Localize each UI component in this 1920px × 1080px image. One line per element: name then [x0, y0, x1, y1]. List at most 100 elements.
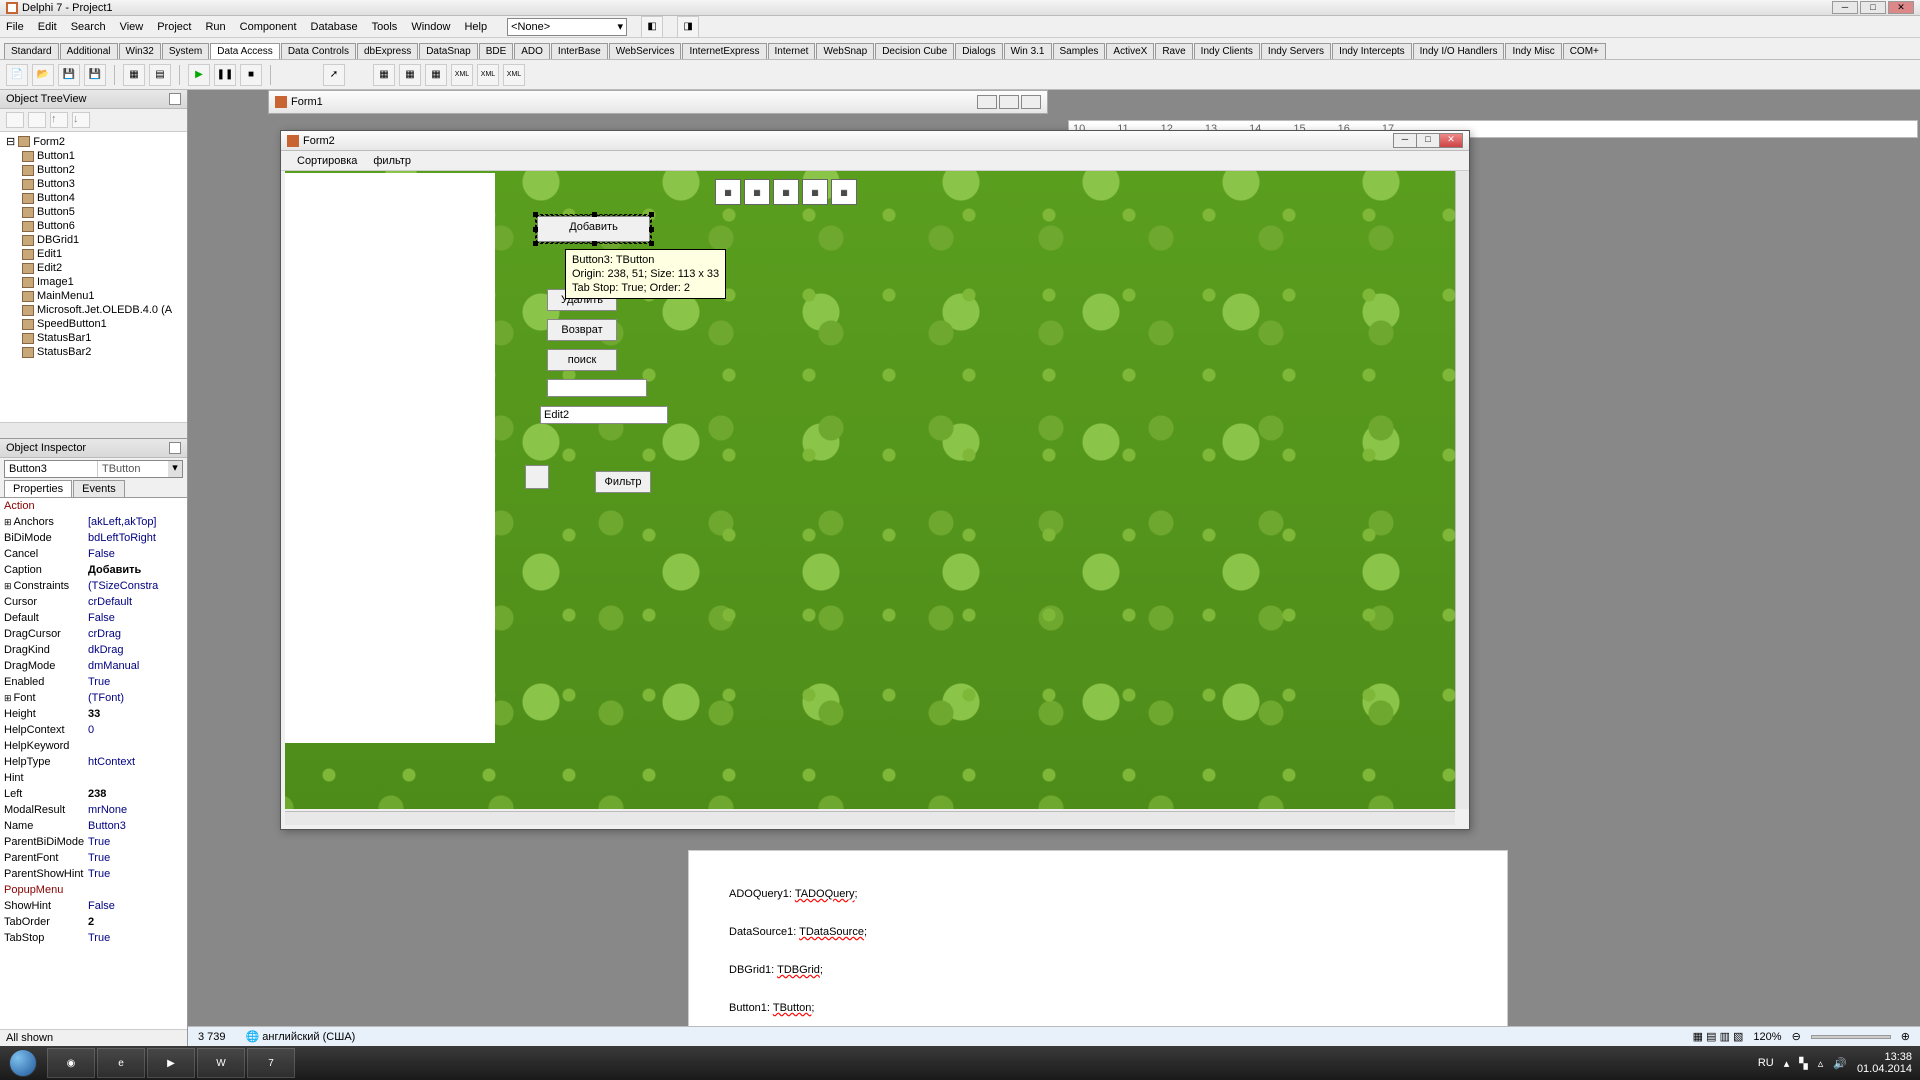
menu-search[interactable]: Search — [71, 21, 106, 33]
tray-network-icon[interactable]: ▵ — [1818, 1057, 1824, 1070]
form2-min-button[interactable]: ─ — [1393, 133, 1417, 148]
start-button[interactable] — [0, 1046, 46, 1080]
component-icon[interactable]: ▦ — [425, 64, 447, 86]
pause-button[interactable]: ❚❚ — [214, 64, 236, 86]
task-ie[interactable]: e — [97, 1048, 145, 1078]
minimize-button[interactable]: ─ — [1832, 1, 1858, 14]
tree-tb-button[interactable] — [28, 112, 46, 128]
form2-menu-sort[interactable]: Сортировка — [297, 155, 357, 167]
tree-tb-button[interactable] — [6, 112, 24, 128]
ado-component-icon[interactable]: ▦ — [773, 179, 799, 205]
property-row[interactable]: DragKinddkDrag — [0, 642, 187, 658]
project-combo[interactable]: <None>▾ — [507, 18, 627, 36]
view-buttons[interactable]: ▦ ▤ ▥ ▧ — [1693, 1030, 1744, 1043]
form2-vscroll[interactable] — [1455, 171, 1469, 809]
tree-scrollbar[interactable] — [0, 422, 187, 438]
palette-tab[interactable]: Win32 — [119, 43, 161, 59]
component-icon[interactable]: XML — [503, 64, 525, 86]
button-return[interactable]: Возврат — [547, 319, 617, 341]
menu-view[interactable]: View — [120, 21, 144, 33]
form2-titlebar[interactable]: Form2 ─ □ ✕ — [281, 131, 1469, 151]
property-row[interactable]: TabOrder2 — [0, 914, 187, 930]
save-button[interactable]: 💾 — [58, 64, 80, 86]
ado-component-icon[interactable]: ▦ — [744, 179, 770, 205]
palette-tab[interactable]: dbExpress — [357, 43, 418, 59]
speedbutton[interactable] — [525, 465, 549, 489]
tree-node[interactable]: StatusBar2 — [2, 345, 185, 359]
tree-down-icon[interactable]: ↓ — [72, 112, 90, 128]
palette-tab[interactable]: Decision Cube — [875, 43, 954, 59]
palette-tab[interactable]: COM+ — [1563, 43, 1606, 59]
form1-min-button[interactable] — [977, 95, 997, 109]
menu-run[interactable]: Run — [205, 21, 225, 33]
task-wmp[interactable]: ▶ — [147, 1048, 195, 1078]
tree-node[interactable]: Button1 — [2, 149, 185, 163]
tab-properties[interactable]: Properties — [4, 480, 72, 497]
menu-database[interactable]: Database — [311, 21, 358, 33]
pointer-tool[interactable]: ➚ — [323, 64, 345, 86]
pin-icon[interactable] — [169, 442, 181, 454]
palette-tab[interactable]: Samples — [1053, 43, 1106, 59]
property-row[interactable]: HelpKeyword — [0, 738, 187, 754]
object-tree[interactable]: ⊟Form2 Button1Button2Button3Button4Butto… — [0, 132, 187, 422]
property-row[interactable]: ParentBiDiModeTrue — [0, 834, 187, 850]
tree-node[interactable]: Edit2 — [2, 261, 185, 275]
property-row[interactable]: Constraints(TSizeConstra — [0, 578, 187, 594]
palette-tab[interactable]: Additional — [60, 43, 118, 59]
palette-tab[interactable]: Indy Misc — [1505, 43, 1561, 59]
menu-tools[interactable]: Tools — [372, 21, 398, 33]
palette-tab[interactable]: ADO — [514, 43, 550, 59]
form2-max-button[interactable]: □ — [1416, 133, 1440, 148]
palette-tab[interactable]: WebServices — [609, 43, 682, 59]
property-grid[interactable]: ActionAnchors[akLeft,akTop]BiDiModebdLef… — [0, 497, 187, 1029]
palette-tab[interactable]: InterBase — [551, 43, 608, 59]
property-row[interactable]: Action — [0, 498, 187, 514]
menu-component[interactable]: Component — [240, 21, 297, 33]
zoom-level[interactable]: 120% — [1753, 1031, 1781, 1043]
dbgrid[interactable] — [285, 173, 495, 743]
task-word[interactable]: W — [197, 1048, 245, 1078]
property-row[interactable]: BiDiModebdLeftToRight — [0, 530, 187, 546]
ado-component-icon[interactable]: ▦ — [715, 179, 741, 205]
palette-tab[interactable]: InternetExpress — [682, 43, 766, 59]
open-button[interactable]: 📂 — [32, 64, 54, 86]
property-row[interactable]: DefaultFalse — [0, 610, 187, 626]
tray-icon[interactable]: ▴ — [1784, 1057, 1790, 1070]
property-row[interactable]: NameButton3 — [0, 818, 187, 834]
palette-tab[interactable]: BDE — [479, 43, 514, 59]
save-all-button[interactable]: 💾 — [84, 64, 106, 86]
button-filter[interactable]: Фильтр — [595, 471, 651, 493]
status-words[interactable]: 3 739 — [198, 1031, 226, 1043]
component-icon[interactable]: ▦ — [399, 64, 421, 86]
tray-lang[interactable]: RU — [1758, 1057, 1774, 1069]
property-row[interactable]: DragModedmManual — [0, 658, 187, 674]
property-row[interactable]: Font(TFont) — [0, 690, 187, 706]
palette-tab[interactable]: Indy I/O Handlers — [1413, 43, 1505, 59]
property-row[interactable]: HelpTypehtContext — [0, 754, 187, 770]
tree-node[interactable]: DBGrid1 — [2, 233, 185, 247]
palette-tab[interactable]: Win 3.1 — [1004, 43, 1052, 59]
property-row[interactable]: Hint — [0, 770, 187, 786]
menu-edit[interactable]: Edit — [38, 21, 57, 33]
toolbar-icon[interactable]: ◨ — [677, 16, 699, 38]
zoom-slider[interactable] — [1811, 1035, 1891, 1039]
toggle-button[interactable]: ▤ — [149, 64, 171, 86]
button-add[interactable]: Добавить — [537, 216, 650, 242]
palette-tab[interactable]: ActiveX — [1106, 43, 1154, 59]
new-button[interactable]: 📄 — [6, 64, 28, 86]
property-row[interactable]: CaptionДобавить — [0, 562, 187, 578]
stop-button[interactable]: ■ — [240, 64, 262, 86]
property-row[interactable]: ShowHintFalse — [0, 898, 187, 914]
tree-node[interactable]: Button4 — [2, 191, 185, 205]
tree-node[interactable]: Button6 — [2, 219, 185, 233]
property-row[interactable]: CursorcrDefault — [0, 594, 187, 610]
toolbar-icon[interactable]: ◧ — [641, 16, 663, 38]
property-row[interactable]: ParentFontTrue — [0, 850, 187, 866]
palette-tab[interactable]: DataSnap — [419, 43, 477, 59]
task-delphi[interactable]: 7 — [247, 1048, 295, 1078]
tree-node[interactable]: Button3 — [2, 177, 185, 191]
tray-clock[interactable]: 13:38 01.04.2014 — [1857, 1051, 1912, 1075]
property-row[interactable]: Anchors[akLeft,akTop] — [0, 514, 187, 530]
maximize-button[interactable]: □ — [1860, 1, 1886, 14]
tree-node[interactable]: Microsoft.Jet.OLEDB.4.0 (A — [2, 303, 185, 317]
